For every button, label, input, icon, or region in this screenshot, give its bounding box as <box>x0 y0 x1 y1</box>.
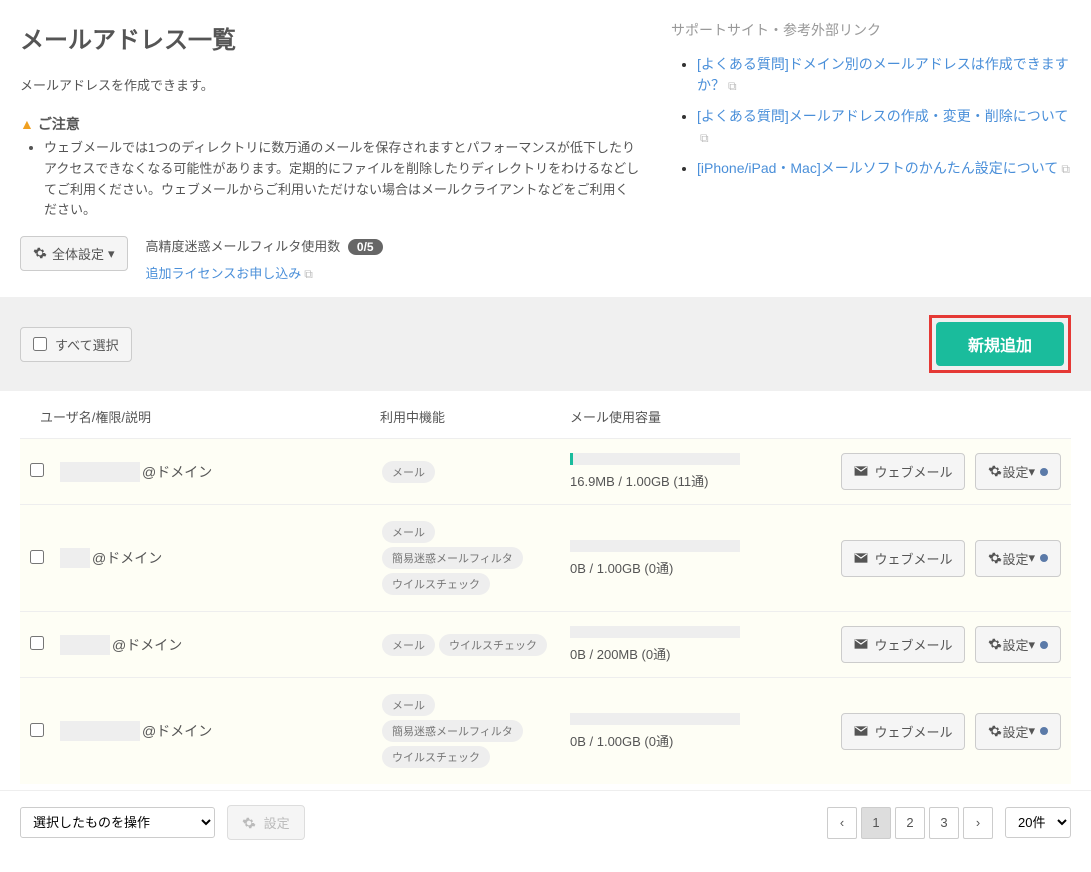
row-usage: 0B / 1.00GB (0通) <box>570 540 770 577</box>
row-settings-button[interactable]: 設定 ▾ <box>975 713 1061 750</box>
feature-tag: メール <box>382 634 435 656</box>
warning-block: ▲ご注意 ウェブメールでは1つのディレクトリに数万通のメールを保存されますとパフ… <box>20 114 641 221</box>
row-settings-button[interactable]: 設定 ▾ <box>975 626 1061 663</box>
gear-icon <box>988 464 1002 479</box>
page-title: メールアドレス一覧 <box>20 20 641 55</box>
select-all-label: すべて選択 <box>55 335 119 354</box>
page-prev-button[interactable]: ‹ <box>827 807 857 839</box>
table-row: @ドメインメール簡易迷惑メールフィルタウイルスチェック0B / 1.00GB (… <box>20 677 1071 784</box>
support-link[interactable]: [よくある質問]メールアドレスの作成・変更・削除について⧉ <box>697 108 1068 145</box>
chevron-down-icon: ▾ <box>108 246 115 262</box>
page-description: メールアドレスを作成できます。 <box>20 75 641 94</box>
feature-tag: ウイルスチェック <box>382 573 490 595</box>
gear-icon <box>988 724 1002 739</box>
external-link-icon: ⧉ <box>728 79 737 93</box>
feature-tag: 簡易迷惑メールフィルタ <box>382 547 523 569</box>
webmail-button[interactable]: ウェブメール <box>841 713 965 750</box>
feature-tag: ウイルスチェック <box>439 634 547 656</box>
row-usage: 16.9MB / 1.00GB (11通) <box>570 453 770 490</box>
bulk-action-select[interactable]: 選択したものを操作 <box>20 807 215 838</box>
row-username: @ドメイン <box>60 548 380 568</box>
table-row: @ドメインメールウイルスチェック0B / 200MB (0通)ウェブメール 設定… <box>20 611 1071 677</box>
global-settings-button[interactable]: 全体設定 ▾ <box>20 236 128 271</box>
per-page-select[interactable]: 20件 <box>1005 807 1071 838</box>
license-link[interactable]: 追加ライセンスお申し込み⧉ <box>146 263 313 282</box>
row-features: メール簡易迷惑メールフィルタウイルスチェック <box>380 692 570 770</box>
webmail-button[interactable]: ウェブメール <box>841 626 965 663</box>
warning-icon: ▲ <box>20 116 34 132</box>
row-features: メールウイルスチェック <box>380 632 570 658</box>
table-header: ユーザ名/権限/説明 利用中機能 メール使用容量 <box>0 391 1091 438</box>
page-button[interactable]: 3 <box>929 807 959 839</box>
envelope-icon <box>854 464 868 479</box>
add-highlight-box: 新規追加 <box>929 315 1071 373</box>
gear-icon <box>988 551 1002 566</box>
feature-tag: 簡易迷惑メールフィルタ <box>382 720 523 742</box>
envelope-icon <box>854 551 868 566</box>
row-checkbox[interactable] <box>30 550 44 564</box>
pagination: ‹ 123 › <box>827 807 993 839</box>
bulk-settings-label: 設定 <box>264 816 290 831</box>
select-all-button[interactable]: すべて選択 <box>20 327 132 362</box>
row-settings-button[interactable]: 設定 ▾ <box>975 540 1061 577</box>
status-dot-icon <box>1040 468 1048 476</box>
add-new-button[interactable]: 新規追加 <box>936 322 1064 366</box>
chevron-down-icon: ▾ <box>1028 637 1035 653</box>
status-dot-icon <box>1040 554 1048 562</box>
row-username: @ドメイン <box>60 721 380 741</box>
webmail-button[interactable]: ウェブメール <box>841 453 965 490</box>
support-link[interactable]: [iPhone/iPad・Mac]メールソフトのかんたん設定について⧉ <box>697 160 1070 176</box>
col-user-header: ユーザ名/権限/説明 <box>40 407 380 426</box>
col-usage-header: メール使用容量 <box>570 407 1071 426</box>
page-next-button[interactable]: › <box>963 807 993 839</box>
external-link-icon: ⧉ <box>700 131 709 145</box>
gear-icon <box>242 816 260 831</box>
support-heading: サポートサイト・参考外部リンク <box>671 20 1071 40</box>
row-features: メール <box>380 459 570 485</box>
chevron-down-icon: ▾ <box>1028 464 1035 480</box>
gear-icon <box>988 637 1002 652</box>
webmail-button[interactable]: ウェブメール <box>841 540 965 577</box>
row-features: メール簡易迷惑メールフィルタウイルスチェック <box>380 519 570 597</box>
row-settings-button[interactable]: 設定 ▾ <box>975 453 1061 490</box>
row-checkbox[interactable] <box>30 723 44 737</box>
status-dot-icon <box>1040 641 1048 649</box>
chevron-down-icon: ▾ <box>1028 550 1035 566</box>
row-username: @ドメイン <box>60 635 380 655</box>
table-row: @ドメインメール 16.9MB / 1.00GB (11通) ウェブメール 設定 ▾ <box>20 438 1071 504</box>
page-button[interactable]: 2 <box>895 807 925 839</box>
col-features-header: 利用中機能 <box>380 407 570 426</box>
feature-tag: メール <box>382 521 435 543</box>
table-row: @ドメインメール簡易迷惑メールフィルタウイルスチェック0B / 1.00GB (… <box>20 504 1071 611</box>
chevron-down-icon: ▾ <box>1028 723 1035 739</box>
gear-icon <box>33 246 47 261</box>
feature-tag: メール <box>382 461 435 483</box>
row-checkbox[interactable] <box>30 636 44 650</box>
status-dot-icon <box>1040 727 1048 735</box>
page-button[interactable]: 1 <box>861 807 891 839</box>
global-settings-label: 全体設定 <box>52 244 104 263</box>
warning-label: ご注意 <box>38 116 80 132</box>
support-link[interactable]: [よくある質問]ドメイン別のメールアドレスは作成できますか？⧉ <box>697 56 1069 93</box>
row-username: @ドメイン <box>60 462 380 482</box>
warning-text: ウェブメールでは1つのディレクトリに数万通のメールを保存されますとパフォーマンス… <box>44 138 640 221</box>
external-link-icon: ⧉ <box>1061 162 1070 176</box>
filter-count-badge: 0/5 <box>348 239 383 255</box>
filter-count-label: 高精度迷惑メールフィルタ使用数 <box>146 239 341 254</box>
row-usage: 0B / 200MB (0通) <box>570 626 770 663</box>
envelope-icon <box>854 637 868 652</box>
envelope-icon <box>854 724 868 739</box>
row-usage: 0B / 1.00GB (0通) <box>570 713 770 750</box>
row-checkbox[interactable] <box>30 463 44 477</box>
feature-tag: メール <box>382 694 435 716</box>
select-all-checkbox[interactable] <box>33 337 47 351</box>
feature-tag: ウイルスチェック <box>382 746 490 768</box>
external-link-icon: ⧉ <box>304 267 313 281</box>
bulk-settings-button[interactable]: 設定 <box>227 805 305 840</box>
